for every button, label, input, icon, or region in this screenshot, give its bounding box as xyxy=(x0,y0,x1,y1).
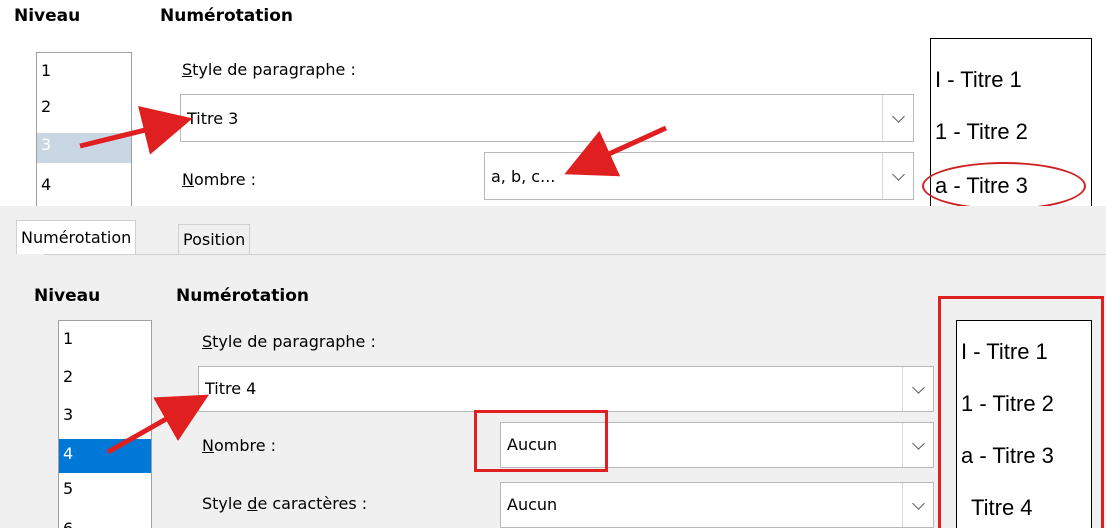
char-style-label: Style de caractères : xyxy=(202,494,368,513)
chevron-down-icon xyxy=(911,380,925,394)
level-item[interactable]: 1 xyxy=(37,59,131,89)
level-item[interactable]: 2 xyxy=(59,365,151,395)
char-style-select[interactable]: Aucun xyxy=(500,482,934,528)
level-item-selected[interactable]: 3 xyxy=(37,133,131,163)
chevron-down-icon xyxy=(911,496,925,510)
level-item[interactable]: 1 xyxy=(59,327,151,357)
paragraph-style-select[interactable]: Titre 3 xyxy=(180,94,914,142)
level-item[interactable]: 3 xyxy=(59,403,151,433)
paragraph-style-value: Titre 3 xyxy=(187,109,239,128)
paragraph-style-value: Titre 4 xyxy=(205,379,257,398)
number-select[interactable]: a, b, c... xyxy=(484,152,914,200)
chevron-down-icon xyxy=(891,167,905,181)
preview-line: 1 - Titre 2 xyxy=(935,119,1028,144)
level-header: Niveau xyxy=(14,6,81,26)
level-list[interactable]: 1 2 3 4 xyxy=(36,52,132,206)
number-highlight-box xyxy=(474,410,608,472)
chevron-down-icon xyxy=(911,436,925,450)
dropdown-button[interactable] xyxy=(902,367,933,411)
numbering-header: Numérotation xyxy=(160,6,293,26)
level-list[interactable]: 1 2 3 4 5 6 xyxy=(58,320,152,528)
level-item-selected[interactable]: 4 xyxy=(59,439,151,473)
paragraph-style-label: Style de paragraphe : xyxy=(182,60,356,79)
level-item[interactable]: 4 xyxy=(37,173,131,203)
level-header: Niveau xyxy=(34,286,101,306)
tab-position[interactable]: Position xyxy=(178,224,251,254)
preview-highlight-box xyxy=(938,296,1104,528)
tab-numbering[interactable]: Numérotation xyxy=(16,220,137,254)
number-label: Nombre : xyxy=(182,170,257,189)
char-style-value: Aucun xyxy=(507,495,558,514)
level-item[interactable]: 5 xyxy=(59,477,151,507)
dropdown-button[interactable] xyxy=(902,483,933,527)
dropdown-button[interactable] xyxy=(882,153,913,199)
level-item[interactable]: 2 xyxy=(37,95,131,125)
number-value: a, b, c... xyxy=(491,167,556,186)
number-label: Nombre : xyxy=(202,436,277,455)
level-item[interactable]: 6 xyxy=(59,517,151,528)
bottom-numbering-panel: Numérotation Position Niveau Numérotatio… xyxy=(0,206,1106,528)
dropdown-button[interactable] xyxy=(882,95,913,141)
top-numbering-panel: Niveau Numérotation 1 2 3 4 Style de par… xyxy=(0,0,1106,206)
highlight-ellipse xyxy=(922,162,1086,206)
chevron-down-icon xyxy=(891,109,905,123)
dropdown-button[interactable] xyxy=(902,423,933,467)
tab-divider xyxy=(44,254,1106,255)
paragraph-style-label: Style de paragraphe : xyxy=(202,332,376,351)
paragraph-style-select[interactable]: Titre 4 xyxy=(198,366,934,412)
preview-line: I - Titre 1 xyxy=(935,67,1022,92)
numbering-header: Numérotation xyxy=(176,286,309,306)
